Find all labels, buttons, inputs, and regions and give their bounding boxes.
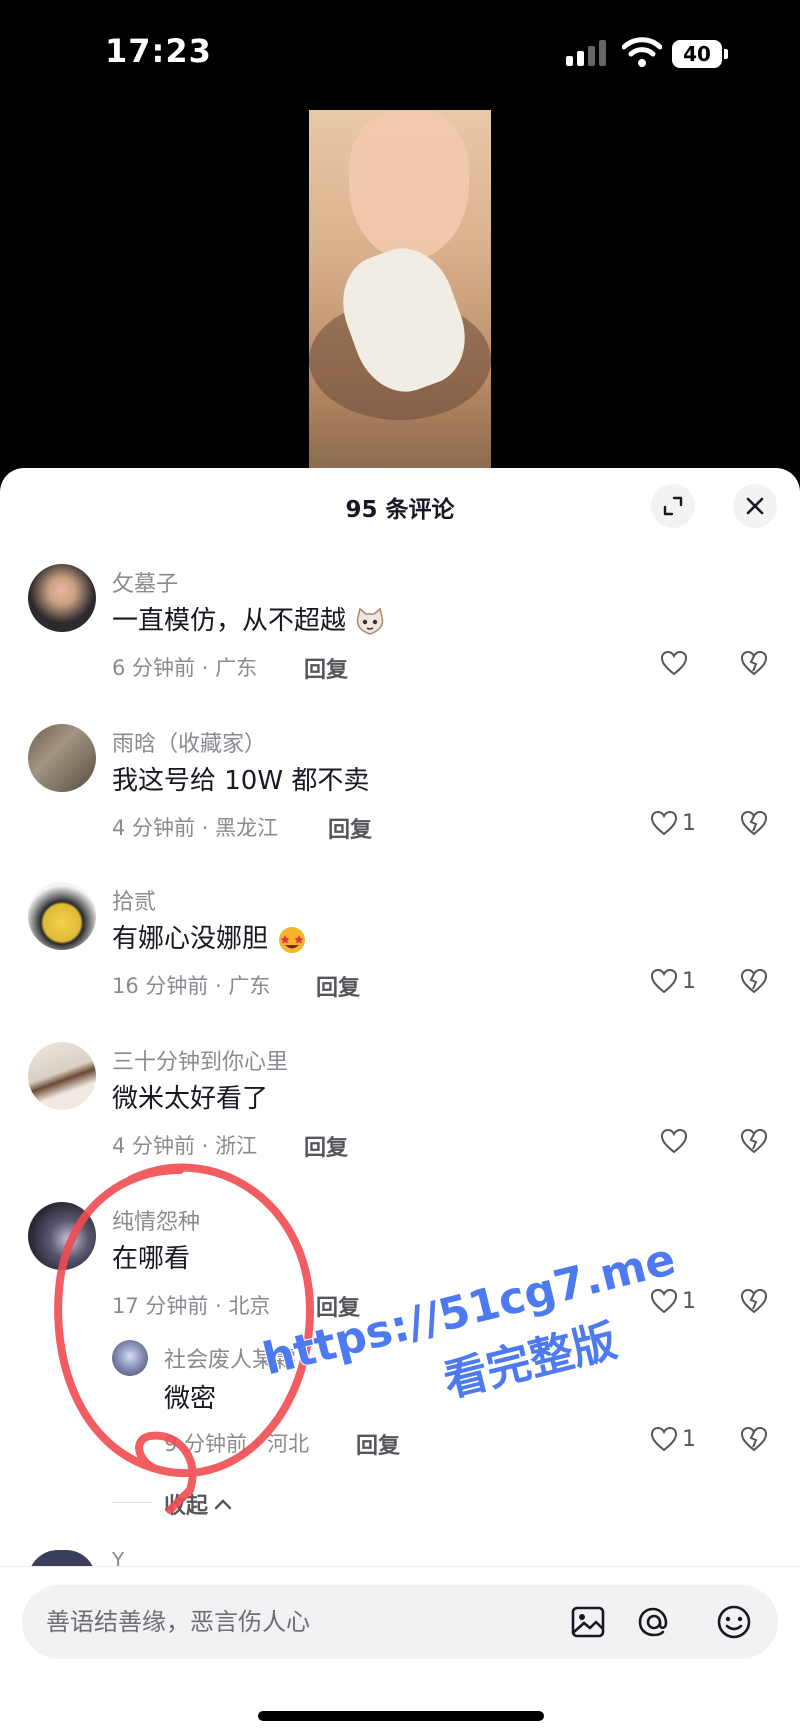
- wifi-icon: [622, 37, 662, 67]
- heart-icon: [660, 650, 688, 676]
- battery-icon: 40: [672, 40, 728, 68]
- heart-icon: [650, 810, 678, 836]
- comment-username[interactable]: 三十分钟到你心里: [112, 1044, 288, 1076]
- heart-icon: [650, 1426, 678, 1452]
- emoji-icon[interactable]: [714, 1602, 754, 1642]
- avatar[interactable]: [28, 1042, 96, 1110]
- dislike-button[interactable]: [740, 1288, 768, 1314]
- comment-text: 一直模仿，从不超越: [112, 600, 386, 637]
- avatar[interactable]: [28, 882, 96, 950]
- comment-location: 黑龙江: [215, 816, 279, 840]
- comment-time: 4 分钟前: [112, 816, 196, 840]
- comments-header: 95 条评论: [0, 468, 800, 544]
- battery-level: 40: [672, 40, 722, 68]
- avatar[interactable]: [28, 724, 96, 792]
- dislike-button[interactable]: [740, 810, 768, 836]
- image-icon[interactable]: [568, 1602, 608, 1642]
- comment-location: 广东: [215, 656, 258, 680]
- comment-text: 有娜心没娜胆: [112, 918, 308, 955]
- comment-input-container: [22, 1585, 778, 1659]
- expand-icon: [663, 496, 683, 516]
- comment-text-content: 一直模仿，从不超越: [112, 606, 347, 636]
- reply-button[interactable]: 回复: [316, 970, 360, 1002]
- comment-location: 广东: [228, 974, 271, 998]
- status-time: 17:23: [105, 32, 212, 70]
- avatar[interactable]: [28, 564, 96, 632]
- comment-text: 我这号给 10W 都不卖: [112, 766, 370, 796]
- comment-item[interactable]: 攵墓子 一直模仿，从不超越 6 分钟前 · 广东 回复: [0, 564, 800, 694]
- comment-item[interactable]: 雨晗（收藏家） 我这号给 10W 都不卖 4 分钟前 · 黑龙江 回复 1: [0, 724, 800, 854]
- comment-username[interactable]: 雨晗（收藏家）: [112, 726, 266, 758]
- heart-icon: [650, 968, 678, 994]
- like-count: 1: [682, 810, 696, 836]
- comment-meta: 4 分钟前 · 黑龙江: [112, 816, 279, 840]
- comment-text: 微米太好看了: [112, 1084, 269, 1114]
- comment-text-content: 有娜心没娜胆: [112, 924, 269, 954]
- home-indicator: [258, 1711, 544, 1721]
- comment-item[interactable]: 拾贰 有娜心没娜胆 16 分钟前 · 广东 回复 1: [0, 882, 800, 1012]
- comment-time: 6 分钟前: [112, 656, 196, 680]
- comment-username[interactable]: 拾贰: [112, 884, 156, 916]
- comment-username[interactable]: 攵墓子: [112, 566, 178, 598]
- comment-input-bar: [0, 1566, 800, 1736]
- like-button[interactable]: [660, 1128, 692, 1154]
- like-button[interactable]: 1: [650, 810, 696, 836]
- status-bar: 17:23 40: [0, 0, 800, 100]
- like-button[interactable]: 1: [650, 968, 696, 994]
- comment-input[interactable]: [46, 1585, 566, 1659]
- comment-meta: 6 分钟前 · 广东: [112, 656, 258, 680]
- star-struck-emoji-icon: [279, 926, 306, 953]
- dislike-button[interactable]: [740, 650, 768, 676]
- video-content-hand: [349, 110, 469, 260]
- video-player[interactable]: [309, 110, 491, 470]
- mention-icon[interactable]: [634, 1602, 674, 1642]
- heart-icon: [660, 1128, 688, 1154]
- reply-button[interactable]: 回复: [304, 652, 348, 684]
- comments-sheet: 95 条评论 攵墓子 一直模仿，从不超越 6 分钟前 · 广东 回复 雨晗（收藏…: [0, 468, 800, 1736]
- like-button[interactable]: 1: [650, 1426, 696, 1452]
- like-count: 1: [682, 968, 696, 994]
- dislike-button[interactable]: [740, 968, 768, 994]
- comment-time: 16 分钟前: [112, 974, 209, 998]
- close-icon: [746, 497, 764, 515]
- dislike-button[interactable]: [740, 1426, 768, 1452]
- reply-button[interactable]: 回复: [328, 812, 372, 844]
- like-count: 1: [682, 1426, 696, 1452]
- signal-icon: [566, 40, 608, 66]
- dislike-button[interactable]: [740, 1128, 768, 1154]
- comment-meta: 16 分钟前 · 广东: [112, 974, 271, 998]
- expand-button[interactable]: [651, 484, 695, 528]
- cat-emoji-icon: [357, 607, 384, 635]
- close-button[interactable]: [733, 484, 777, 528]
- like-button[interactable]: [660, 650, 692, 676]
